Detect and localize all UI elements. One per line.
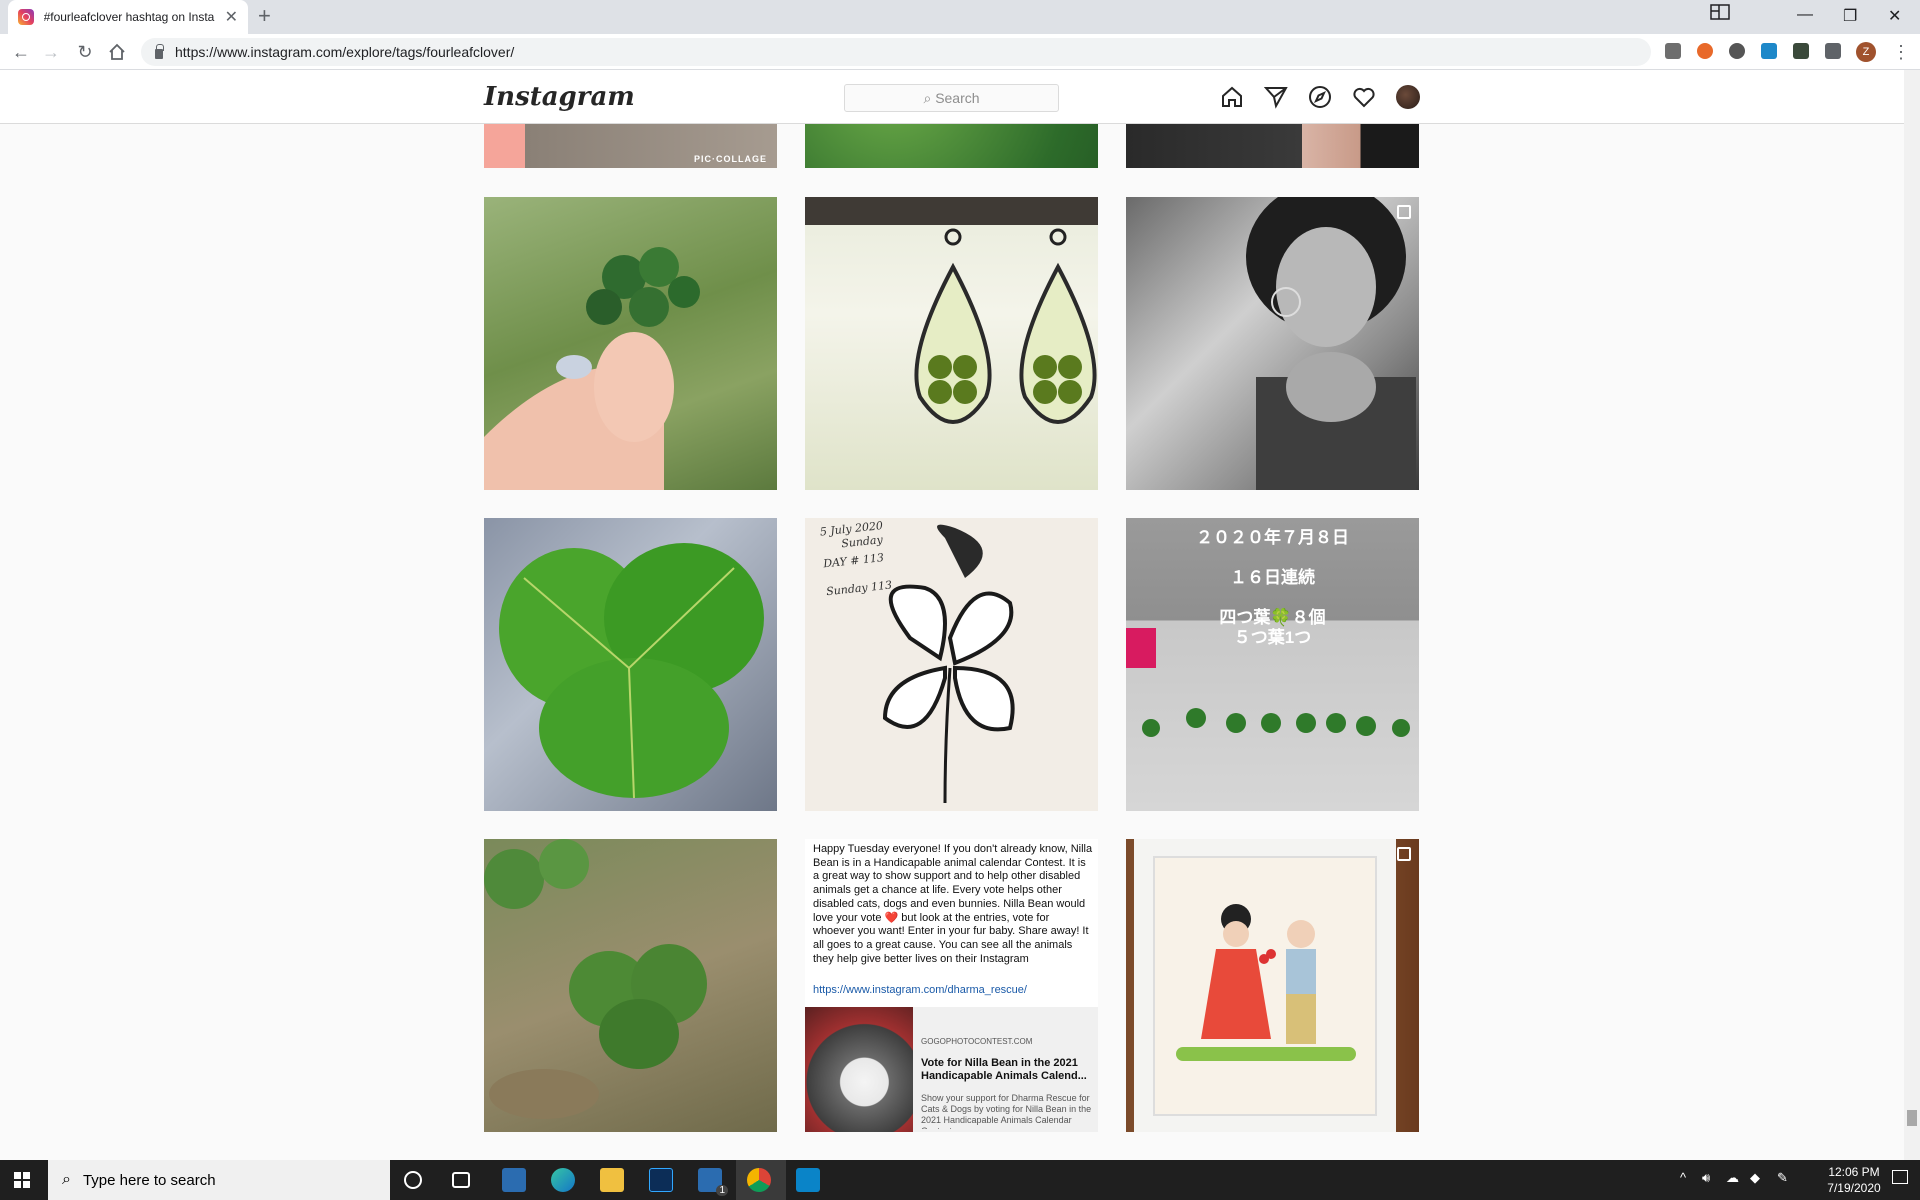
taskbar-search-placeholder: Type here to search	[82, 1171, 216, 1189]
snip-tool-icon[interactable]	[796, 1168, 820, 1192]
post-grid: PIC·COLLAGE 5 July 2020 Sunday DAY # 113…	[0, 124, 1904, 1160]
close-tab-icon[interactable]: ✕	[225, 7, 238, 27]
card-title: Vote for Nilla Bean in the 2021 Handicap…	[921, 1057, 1087, 1082]
tab-search-icon[interactable]	[1710, 4, 1730, 20]
clovers-on-table-image	[1126, 628, 1410, 737]
clover-earrings-image	[805, 197, 1098, 424]
edge-icon[interactable]	[551, 1168, 575, 1192]
carousel-indicator-icon	[1397, 847, 1411, 861]
search-icon: ⌕	[62, 1171, 71, 1188]
portrait-photo-image	[1246, 197, 1416, 490]
url-text: https://www.instagram.com/explore/tags/f…	[175, 44, 515, 60]
task-view-icon[interactable]	[452, 1172, 470, 1188]
lock-icon	[155, 44, 164, 59]
restore-window-button[interactable]: ❐	[1843, 6, 1857, 26]
profile-avatar[interactable]: Z	[1856, 42, 1876, 62]
instagram-header: Instagram ⌕ Search	[0, 70, 1904, 124]
notifications-icon[interactable]	[1892, 1170, 1908, 1184]
sketch-caption: 5 July 2020 Sunday DAY # 113 Sunday 113	[819, 519, 892, 599]
show-hidden-icons[interactable]: ^	[1680, 1170, 1686, 1185]
clover-in-hand-image	[484, 247, 700, 490]
pen-icon[interactable]: ✎	[1777, 1170, 1788, 1186]
post-tile[interactable]	[484, 839, 777, 1132]
direct-message-icon[interactable]	[1264, 85, 1288, 109]
forward-button[interactable]: →	[40, 41, 62, 63]
new-tab-button[interactable]: +	[258, 4, 271, 28]
dropbox-icon[interactable]: ◆	[1750, 1170, 1760, 1186]
search-icon: ⌕	[923, 90, 936, 106]
close-window-button[interactable]: ✕	[1888, 6, 1901, 26]
post-tile[interactable]	[805, 124, 1098, 168]
post-tile[interactable]	[1126, 839, 1419, 1132]
taskbar-search-input[interactable]: ⌕ Type here to search	[48, 1160, 390, 1200]
page-scrollbar[interactable]	[1904, 70, 1920, 1160]
post-tile[interactable]: Happy Tuesday everyone! If you don't alr…	[805, 839, 1098, 1132]
file-explorer-icon[interactable]	[600, 1168, 624, 1192]
cortana-icon[interactable]	[404, 1171, 422, 1189]
volume-icon[interactable]: 🔊︎	[1702, 1170, 1710, 1186]
system-clock[interactable]: 12:06 PM 7/19/2020	[1824, 1164, 1884, 1196]
tab-title: #fourleafclover hashtag on Insta	[43, 10, 215, 24]
instagram-logo[interactable]: Instagram	[484, 82, 635, 112]
home-button[interactable]	[106, 41, 128, 63]
address-bar[interactable]: https://www.instagram.com/explore/tags/f…	[141, 38, 1651, 66]
card-description: Show your support for Dharma Rescue for …	[921, 1093, 1092, 1129]
post-tile[interactable]: ２０２０年７月８日 １６日連続 四つ葉🍀８個 ５つ葉1つ	[1126, 518, 1419, 811]
browser-toolbar: ← → ↻ https://www.instagram.com/explore/…	[0, 34, 1920, 70]
browser-tab-strip: #fourleafclover hashtag on Insta ✕ + — ❐…	[0, 0, 1920, 34]
three-leaf-clover-image	[499, 543, 764, 799]
search-placeholder: Search	[935, 90, 980, 106]
kitten-thumbnail-image	[805, 1007, 913, 1132]
browser-tab[interactable]: #fourleafclover hashtag on Insta ✕	[8, 0, 248, 34]
extension-dark-icon[interactable]	[1793, 43, 1809, 59]
windows-start-icon[interactable]	[14, 1172, 30, 1188]
chrome-icon[interactable]	[747, 1168, 771, 1192]
extensions-puzzle-icon[interactable]	[1825, 43, 1841, 59]
scrollbar-thumb[interactable]	[1907, 1110, 1917, 1126]
mail-badge: 1	[716, 1185, 728, 1196]
link-preview-card: GOGOPHOTOCONTEST.COM Vote for Nilla Bean…	[805, 1007, 1098, 1132]
home-icon[interactable]	[1220, 85, 1244, 109]
instagram-favicon-icon	[18, 9, 34, 25]
post-tile[interactable]	[1126, 124, 1419, 168]
clover-on-ground-image	[484, 839, 707, 1119]
watermark-text: PIC·COLLAGE	[694, 154, 767, 164]
card-domain: GOGOPHOTOCONTEST.COM	[921, 1037, 1033, 1046]
store-icon[interactable]	[502, 1168, 526, 1192]
onedrive-icon[interactable]: ☁	[1726, 1170, 1739, 1186]
post-text: Happy Tuesday everyone! If you don't alr…	[813, 843, 1093, 965]
activity-heart-icon[interactable]	[1352, 85, 1376, 109]
post-link: https://www.instagram.com/dharma_rescue/	[813, 984, 1027, 996]
post-tile[interactable]	[484, 518, 777, 811]
post-tile[interactable]: PIC·COLLAGE	[484, 124, 777, 168]
menu-kebab-icon[interactable]: ⋮	[1890, 41, 1912, 63]
extension-circle-icon[interactable]	[1729, 43, 1745, 59]
clock-time: 12:06 PM	[1828, 1165, 1880, 1179]
minimize-window-button[interactable]: —	[1797, 6, 1813, 24]
carousel-indicator-icon	[1397, 205, 1411, 219]
explore-compass-icon[interactable]	[1308, 85, 1332, 109]
clock-date: 7/19/2020	[1827, 1181, 1881, 1195]
post-tile[interactable]	[1126, 197, 1419, 490]
photoshop-icon[interactable]	[649, 1168, 673, 1192]
reload-button[interactable]: ↻	[74, 41, 96, 63]
mail-icon[interactable]: 1	[698, 1168, 728, 1196]
extension-g-icon[interactable]	[1665, 43, 1681, 59]
post-tile[interactable]	[805, 197, 1098, 490]
windows-taskbar: ⌕ Type here to search 1 ^ 🔊︎ ☁ ◆ ✎ 12:06…	[0, 1160, 1920, 1200]
sketch-day: DAY # 113	[822, 551, 885, 571]
back-button[interactable]: ←	[10, 41, 32, 63]
post-tile[interactable]	[484, 197, 777, 490]
extension-blue-icon[interactable]	[1761, 43, 1777, 59]
extension-orange-icon[interactable]	[1697, 43, 1713, 59]
user-avatar[interactable]	[1396, 85, 1420, 109]
search-input[interactable]: ⌕ Search	[844, 84, 1059, 112]
framed-illustration-image	[1134, 839, 1396, 1132]
post-tile[interactable]: 5 July 2020 Sunday DAY # 113 Sunday 113	[805, 518, 1098, 811]
